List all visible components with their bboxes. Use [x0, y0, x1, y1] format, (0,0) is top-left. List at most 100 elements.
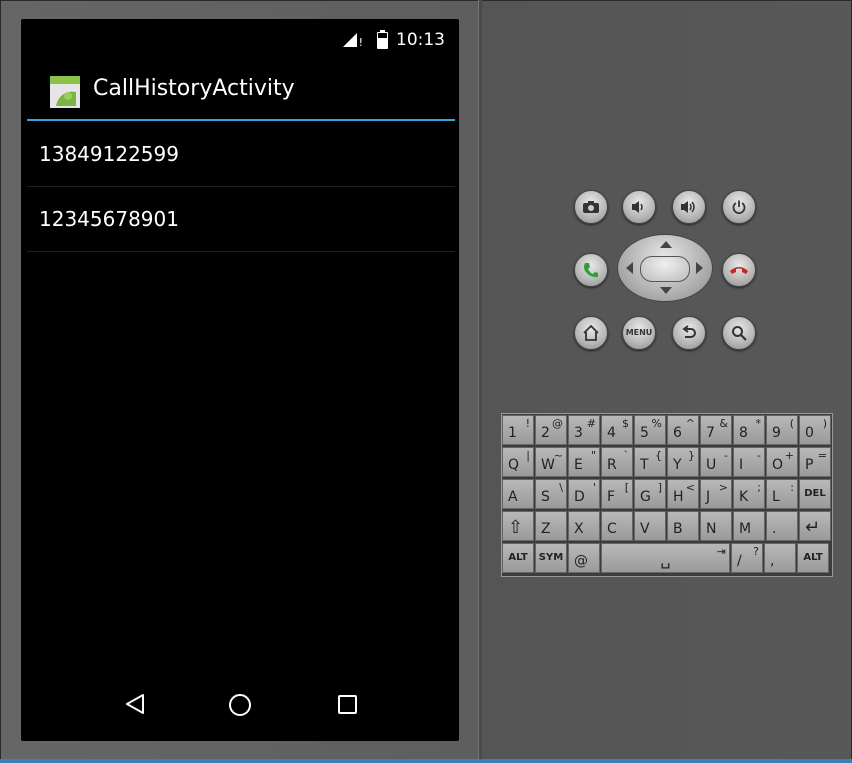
- power-icon: [732, 200, 746, 214]
- call-icon: [584, 263, 598, 278]
- sym-key[interactable]: SYM: [535, 543, 567, 573]
- dpad-up-icon[interactable]: [660, 241, 672, 248]
- key-f[interactable]: F[: [601, 479, 633, 509]
- key-5[interactable]: 5%: [634, 415, 666, 445]
- key-q-alt-label: |: [526, 449, 530, 462]
- nav-back-icon[interactable]: [124, 693, 146, 715]
- key-q[interactable]: Q |: [502, 447, 534, 477]
- key-1[interactable]: 1!: [502, 415, 534, 445]
- key-9-alt-label: (: [789, 417, 794, 430]
- key-6[interactable]: 6 ^: [667, 415, 699, 445]
- key-3-label: 3: [574, 425, 583, 441]
- key-t[interactable]: T{: [634, 447, 666, 477]
- menu-button[interactable]: MENU: [622, 316, 656, 350]
- key-9-label: 9: [772, 425, 781, 441]
- dpad-left-icon[interactable]: [626, 262, 633, 274]
- back-button[interactable]: [672, 316, 706, 350]
- search-button[interactable]: [722, 316, 756, 350]
- key-y-label: Y: [673, 457, 682, 473]
- list-item[interactable]: 12345678901: [27, 187, 455, 252]
- key-l-alt-label: :: [790, 481, 794, 494]
- key-0[interactable]: 0): [799, 415, 831, 445]
- key-l-label: L: [772, 489, 780, 505]
- dpad-right-icon[interactable]: [696, 262, 703, 274]
- key-y[interactable]: Y}: [667, 447, 699, 477]
- key-,[interactable]: ,: [764, 543, 796, 573]
- key-l[interactable]: L:: [766, 479, 798, 509]
- key-b[interactable]: B: [667, 511, 699, 541]
- dpad[interactable]: [617, 234, 713, 302]
- key-5-alt-label: %: [651, 417, 662, 430]
- key-7[interactable]: 7 &: [700, 415, 732, 445]
- alt-key[interactable]: ALT: [502, 543, 534, 573]
- key-6-label: 6: [673, 425, 682, 441]
- key-z[interactable]: Z: [535, 511, 567, 541]
- nav-recents-icon[interactable]: [338, 695, 357, 714]
- volume-down-button[interactable]: [622, 190, 656, 224]
- key-2[interactable]: 2 @: [535, 415, 567, 445]
- key-u[interactable]: U-: [700, 447, 732, 477]
- key-i[interactable]: I-: [733, 447, 765, 477]
- alt-key[interactable]: ALT: [797, 543, 829, 573]
- key-w-alt-label: ~: [553, 449, 563, 462]
- key-o[interactable]: O +: [766, 447, 798, 477]
- key-/-label: /: [737, 553, 742, 569]
- key-h[interactable]: H <: [667, 479, 699, 509]
- key-4[interactable]: 4 $: [601, 415, 633, 445]
- key-c[interactable]: C: [601, 511, 633, 541]
- key-m[interactable]: M: [733, 511, 765, 541]
- status-icons: ! 10:13: [342, 29, 445, 50]
- key-,-label: ,: [770, 553, 775, 569]
- key-m-label: M: [739, 521, 752, 537]
- key-3[interactable]: 3 #: [568, 415, 600, 445]
- key-n[interactable]: N: [700, 511, 732, 541]
- key-g[interactable]: G]: [634, 479, 666, 509]
- shift-key[interactable]: ⇧: [502, 511, 534, 541]
- dpad-down-icon[interactable]: [660, 287, 672, 294]
- key-i-alt-label: -: [757, 449, 761, 462]
- key-j[interactable]: J >: [700, 479, 732, 509]
- camera-button[interactable]: [574, 190, 608, 224]
- no-signal-mark: !: [358, 35, 363, 49]
- key-w[interactable]: W ~: [535, 447, 567, 477]
- end-call-button[interactable]: [722, 253, 756, 287]
- key-f-label: F: [607, 489, 616, 505]
- volume-up-button[interactable]: [672, 190, 706, 224]
- key-d-label: D: [574, 489, 585, 505]
- key-/[interactable]: /?: [731, 543, 763, 573]
- key-e[interactable]: E ": [568, 447, 600, 477]
- power-button[interactable]: [722, 190, 756, 224]
- activity-title: CallHistoryActivity: [93, 76, 295, 101]
- delete-key-label: DEL: [804, 488, 826, 499]
- emulator-divider: [478, 0, 482, 760]
- device-screen[interactable]: ! 10:13 CallHistoryActivity 13849122599 …: [21, 19, 459, 741]
- key-s[interactable]: S \: [535, 479, 567, 509]
- dpad-center-button[interactable]: [640, 256, 690, 282]
- key-d[interactable]: D ': [568, 479, 600, 509]
- list-item[interactable]: 13849122599: [27, 122, 455, 187]
- call-history-list: 13849122599 12345678901: [27, 122, 455, 252]
- key-@-label: @: [574, 553, 588, 569]
- key-k[interactable]: K;: [733, 479, 765, 509]
- key-x[interactable]: X: [568, 511, 600, 541]
- key-@[interactable]: @: [568, 543, 600, 573]
- key-9[interactable]: 9(: [766, 415, 798, 445]
- key-r[interactable]: R `: [601, 447, 633, 477]
- home-button[interactable]: [574, 316, 608, 350]
- key-x-label: X: [574, 521, 584, 537]
- space-key[interactable]: ␣ ⇥: [601, 543, 730, 573]
- nav-home-icon[interactable]: [229, 694, 251, 716]
- key-8-label: 8: [739, 425, 748, 441]
- key-p[interactable]: P =: [799, 447, 831, 477]
- key-z-label: Z: [541, 521, 551, 537]
- delete-key[interactable]: DEL: [799, 479, 831, 509]
- key-8[interactable]: 8 *: [733, 415, 765, 445]
- key-a[interactable]: A: [502, 479, 534, 509]
- key-.[interactable]: .: [766, 511, 798, 541]
- enter-key[interactable]: ↵: [799, 511, 831, 541]
- call-button[interactable]: [574, 253, 608, 287]
- navigation-bar: [21, 679, 459, 729]
- signal-icon: [342, 33, 357, 47]
- key-v[interactable]: V: [634, 511, 666, 541]
- key-u-label: U: [706, 457, 717, 473]
